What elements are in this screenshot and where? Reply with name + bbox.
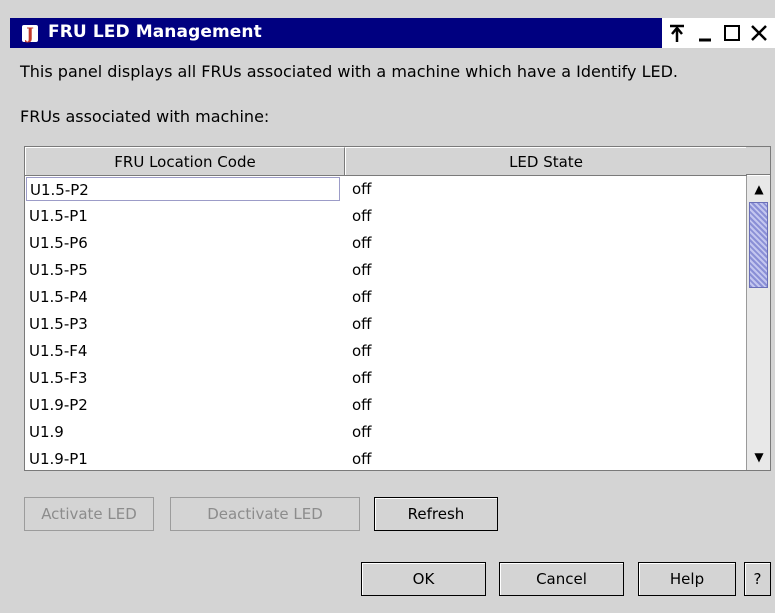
- led-state-cell: off: [352, 180, 372, 198]
- ok-button[interactable]: OK: [361, 562, 486, 596]
- table-row[interactable]: U1.9-P2 off: [25, 392, 747, 419]
- table-row[interactable]: U1.5-F3 off: [25, 365, 747, 392]
- scrollbar-thumb[interactable]: [749, 202, 768, 288]
- refresh-button[interactable]: Refresh: [374, 497, 498, 531]
- scroll-up-icon[interactable]: ▲: [750, 180, 768, 198]
- location-cell: U1.5-P4: [29, 288, 88, 306]
- fru-table: FRU Location Code LED State U1.5-P2 off …: [24, 146, 771, 471]
- close-icon[interactable]: [746, 20, 772, 46]
- led-state-cell: off: [352, 207, 372, 225]
- led-state-cell: off: [352, 369, 372, 387]
- table-row[interactable]: U1.5-P1 off: [25, 203, 747, 230]
- table-row[interactable]: U1.5-P5 off: [25, 257, 747, 284]
- location-cell: U1.5-P6: [29, 234, 88, 252]
- table-row[interactable]: U1.5-P6 off: [25, 230, 747, 257]
- minimize-icon[interactable]: [692, 20, 718, 46]
- table-row[interactable]: U1.5-P4 off: [25, 284, 747, 311]
- maximize-icon[interactable]: [719, 20, 745, 46]
- location-cell: U1.9-P2: [29, 396, 88, 414]
- led-state-cell: off: [352, 396, 372, 414]
- led-state-cell: off: [352, 288, 372, 306]
- table-row[interactable]: U1.9 off: [25, 419, 747, 446]
- location-cell: U1.5-P1: [29, 207, 88, 225]
- led-state-cell: off: [352, 234, 372, 252]
- java-app-icon[interactable]: J: [22, 25, 38, 42]
- table-row[interactable]: U1.5-P3 off: [25, 311, 747, 338]
- activate-led-button[interactable]: Activate LED: [24, 497, 154, 531]
- scroll-down-icon[interactable]: ▼: [750, 448, 768, 466]
- location-cell: U1.9: [29, 423, 64, 441]
- table-row[interactable]: U1.9-P1 off: [25, 446, 747, 473]
- led-state-cell: off: [352, 342, 372, 360]
- title-bar[interactable]: J FRU LED Management: [10, 18, 775, 48]
- led-state-cell: off: [352, 450, 372, 468]
- window-controls: [662, 18, 775, 48]
- context-help-button[interactable]: ?: [744, 562, 771, 596]
- column-header-led-state[interactable]: LED State: [345, 147, 747, 175]
- panel-description: This panel displays all FRUs associated …: [20, 62, 679, 81]
- table-row[interactable]: U1.5-P2 off: [25, 176, 747, 203]
- help-button[interactable]: Help: [638, 562, 736, 596]
- table-corner: [746, 147, 770, 175]
- location-cell: U1.5-F3: [29, 369, 88, 387]
- pin-icon[interactable]: [664, 20, 690, 46]
- location-cell: U1.5-P3: [29, 315, 88, 333]
- led-state-cell: off: [352, 261, 372, 279]
- cancel-button[interactable]: Cancel: [499, 562, 624, 596]
- deactivate-led-button[interactable]: Deactivate LED: [170, 497, 360, 531]
- window-title: FRU LED Management: [48, 22, 262, 42]
- location-cell: U1.5-P5: [29, 261, 88, 279]
- location-cell: U1.9-P1: [29, 450, 88, 468]
- location-cell: U1.5-P2: [26, 177, 340, 201]
- associated-label: FRUs associated with machine:: [20, 107, 270, 126]
- table-scrollbar[interactable]: ▲ ▼: [746, 176, 770, 470]
- led-state-cell: off: [352, 315, 372, 333]
- column-header-location[interactable]: FRU Location Code: [25, 147, 345, 175]
- location-cell: U1.5-F4: [29, 342, 88, 360]
- fru-led-management-window: J FRU LED Management This panel displays…: [0, 0, 775, 613]
- table-body: U1.5-P2 off U1.5-P1 off U1.5-P6 off U1.5…: [25, 176, 747, 473]
- table-row[interactable]: U1.5-F4 off: [25, 338, 747, 365]
- table-header: FRU Location Code LED State: [25, 147, 747, 176]
- led-state-cell: off: [352, 423, 372, 441]
